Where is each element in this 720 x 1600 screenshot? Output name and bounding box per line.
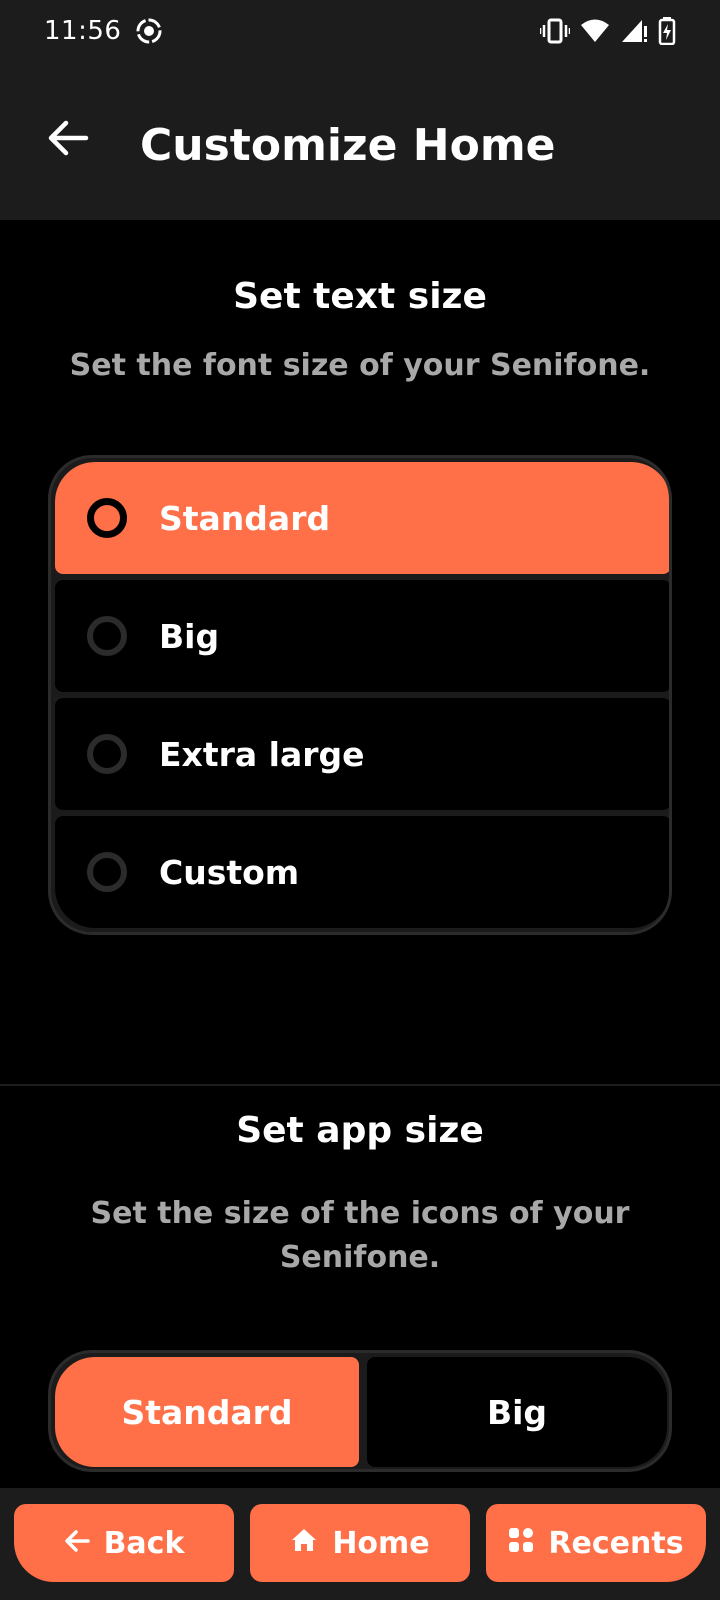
nav-recents-button[interactable]: Recents: [486, 1504, 706, 1582]
text-size-option-standard[interactable]: Standard: [55, 462, 669, 574]
battery-charging-icon: [658, 17, 676, 45]
wifi-icon: [580, 18, 610, 44]
radio-unselected-icon: [87, 852, 127, 892]
home-icon: [290, 1526, 318, 1561]
app-size-options: Standard Big: [48, 1350, 672, 1472]
app-bar: Customize Home: [0, 62, 720, 220]
option-label: Custom: [159, 852, 300, 892]
radio-unselected-icon: [87, 616, 127, 656]
apps-grid-icon: [508, 1526, 534, 1561]
screen-record-icon: [135, 17, 163, 45]
bottom-navigation: Back Home Recents: [0, 1488, 720, 1600]
app-size-option-standard[interactable]: Standard: [55, 1357, 359, 1467]
nav-back-label: Back: [103, 1525, 185, 1561]
status-bar: 11:56: [0, 0, 720, 62]
text-size-title: Set text size: [233, 276, 487, 317]
option-label: Standard: [159, 498, 331, 538]
text-size-options: Standard Big Extra large Custom: [48, 455, 672, 935]
nav-recents-label: Recents: [548, 1525, 684, 1561]
text-size-subtitle: Set the font size of your Senifone.: [69, 348, 651, 383]
section-divider: [0, 1084, 720, 1086]
nav-home-button[interactable]: Home: [250, 1504, 470, 1582]
nav-home-label: Home: [332, 1525, 430, 1561]
text-size-option-extra-large[interactable]: Extra large: [55, 698, 669, 810]
radio-selected-icon: [87, 498, 127, 538]
option-label: Extra large: [159, 734, 365, 774]
status-time: 11:56: [44, 16, 122, 46]
page-title: Customize Home: [140, 120, 556, 171]
text-size-option-custom[interactable]: Custom: [55, 816, 669, 928]
back-button[interactable]: [22, 94, 114, 186]
arrow-left-icon: [64, 1526, 90, 1561]
vibrate-icon: [540, 18, 570, 44]
app-size-title: Set app size: [236, 1110, 484, 1151]
arrow-left-icon: [46, 118, 90, 162]
nav-back-button[interactable]: Back: [14, 1504, 234, 1582]
text-size-option-big[interactable]: Big: [55, 580, 669, 692]
app-size-subtitle: Set the size of the icons of your Senifo…: [90, 1196, 630, 1275]
signal-icon: [620, 18, 648, 44]
app-size-option-big[interactable]: Big: [367, 1357, 667, 1467]
radio-unselected-icon: [87, 734, 127, 774]
option-label: Big: [159, 616, 220, 656]
